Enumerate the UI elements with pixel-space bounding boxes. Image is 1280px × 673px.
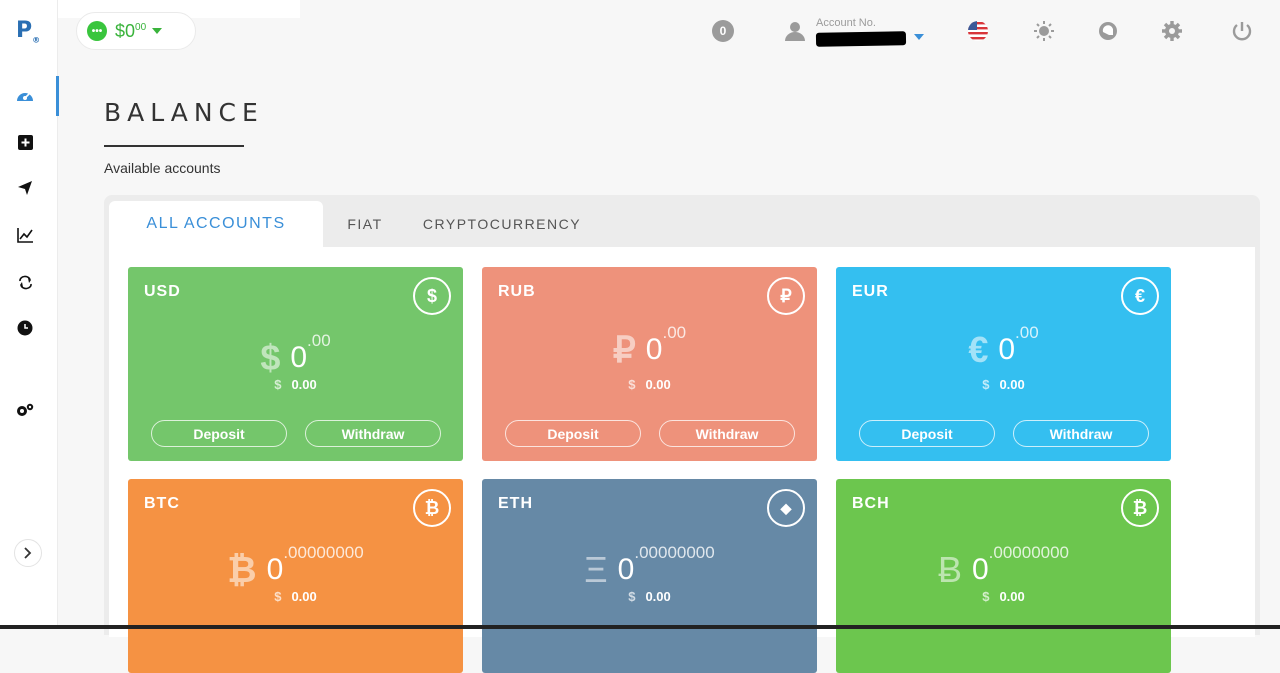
notification-badge[interactable]: 0 <box>712 20 734 42</box>
wallet-amount: $000 <box>115 20 147 41</box>
title-underline <box>104 145 244 147</box>
card-balance: €0.00 <box>968 323 1039 370</box>
gear-icon[interactable] <box>1160 19 1184 43</box>
power-icon[interactable] <box>1230 19 1254 43</box>
page-subtitle: Available accounts <box>104 160 221 176</box>
account-card-rub: RUB ₽ ₽0.00 $0.00 Deposit Withdraw <box>482 267 817 461</box>
topbar: ••• $000 0 Account No. <box>58 0 1280 70</box>
card-usd-equivalent: $0.00 <box>628 377 671 392</box>
account-card-btc: BTC ₿ ₿ 0.00000000 $0.00 <box>128 479 463 673</box>
tab-fiat[interactable]: FIAT <box>336 201 394 247</box>
chevron-right-icon <box>24 547 32 559</box>
card-currency-code: BCH <box>852 495 890 512</box>
euro-icon: € <box>1121 277 1159 315</box>
card-currency-code: EUR <box>852 283 889 300</box>
tab-all-accounts[interactable]: ALL ACCOUNTS <box>109 201 323 247</box>
dollar-icon: $ <box>413 277 451 315</box>
card-balance: ₿ 0.00000000 <box>227 543 364 590</box>
logo-text: P <box>16 18 33 43</box>
bitcoin-icon: ₿ <box>413 489 451 527</box>
account-card-eur: EUR € €0.00 $0.00 Deposit Withdraw <box>836 267 1171 461</box>
withdraw-button[interactable]: Withdraw <box>659 420 795 447</box>
flag-us-icon[interactable] <box>966 19 990 43</box>
sidebar: P® <box>0 0 59 629</box>
card-currency-code: BTC <box>144 495 180 512</box>
tab-cryptocurrency[interactable]: CRYPTOCURRENCY <box>420 201 584 247</box>
card-balance: Ƀ 0.00000000 <box>937 543 1070 590</box>
chart-icon[interactable] <box>14 224 36 246</box>
card-currency-code: RUB <box>498 283 536 300</box>
send-icon[interactable] <box>14 177 36 199</box>
chat-icon[interactable] <box>1096 19 1120 43</box>
ethereum-icon: ◆ <box>767 489 805 527</box>
ruble-icon: ₽ <box>767 277 805 315</box>
settings-gears-icon[interactable] <box>14 399 36 421</box>
exchange-icon[interactable] <box>14 271 36 293</box>
account-menu[interactable]: Account No. <box>784 16 954 52</box>
account-label: Account No. <box>816 17 876 29</box>
account-card-eth: ETH ◆ Ξ 0.00000000 $0.00 <box>482 479 817 673</box>
logo[interactable]: P® <box>16 18 40 44</box>
deposit-button[interactable]: Deposit <box>859 420 995 447</box>
wallet-balance-button[interactable]: ••• $000 <box>76 12 196 50</box>
card-balance: $0.00 <box>260 331 331 378</box>
dashboard-icon[interactable] <box>14 85 36 107</box>
card-currency-code: USD <box>144 283 181 300</box>
card-usd-equivalent: $0.00 <box>274 377 317 392</box>
logo-mark: ® <box>32 35 41 45</box>
chevron-down-icon <box>152 28 163 34</box>
card-usd-equivalent: $0.00 <box>982 589 1025 604</box>
account-card-usd: USD $ $0.00 $0.00 Deposit Withdraw <box>128 267 463 461</box>
withdraw-button[interactable]: Withdraw <box>1013 420 1149 447</box>
card-usd-equivalent: $0.00 <box>628 589 671 604</box>
wallet-dots-icon: ••• <box>87 21 107 41</box>
user-icon <box>785 22 805 41</box>
card-balance: Ξ 0.00000000 <box>584 543 715 590</box>
sidebar-active-indicator <box>56 76 59 116</box>
card-usd-equivalent: $0.00 <box>982 377 1025 392</box>
card-usd-equivalent: $0.00 <box>274 589 317 604</box>
card-balance: ₽0.00 <box>612 323 687 370</box>
account-card-bch: BCH ₿ Ƀ 0.00000000 $0.00 <box>836 479 1171 673</box>
account-number-redacted <box>815 31 907 47</box>
add-box-icon[interactable] <box>14 131 36 153</box>
clock-icon[interactable] <box>14 317 36 339</box>
sun-icon[interactable] <box>1032 19 1056 43</box>
deposit-button[interactable]: Deposit <box>505 420 641 447</box>
card-currency-code: ETH <box>498 495 533 512</box>
page-title: BALANCE <box>104 98 264 127</box>
expand-sidebar-button[interactable] <box>14 539 42 567</box>
bitcoin-cash-icon: ₿ <box>1121 489 1159 527</box>
withdraw-button[interactable]: Withdraw <box>305 420 441 447</box>
chevron-down-icon <box>914 34 924 40</box>
deposit-button[interactable]: Deposit <box>151 420 287 447</box>
taskbar-strip <box>0 625 1280 629</box>
